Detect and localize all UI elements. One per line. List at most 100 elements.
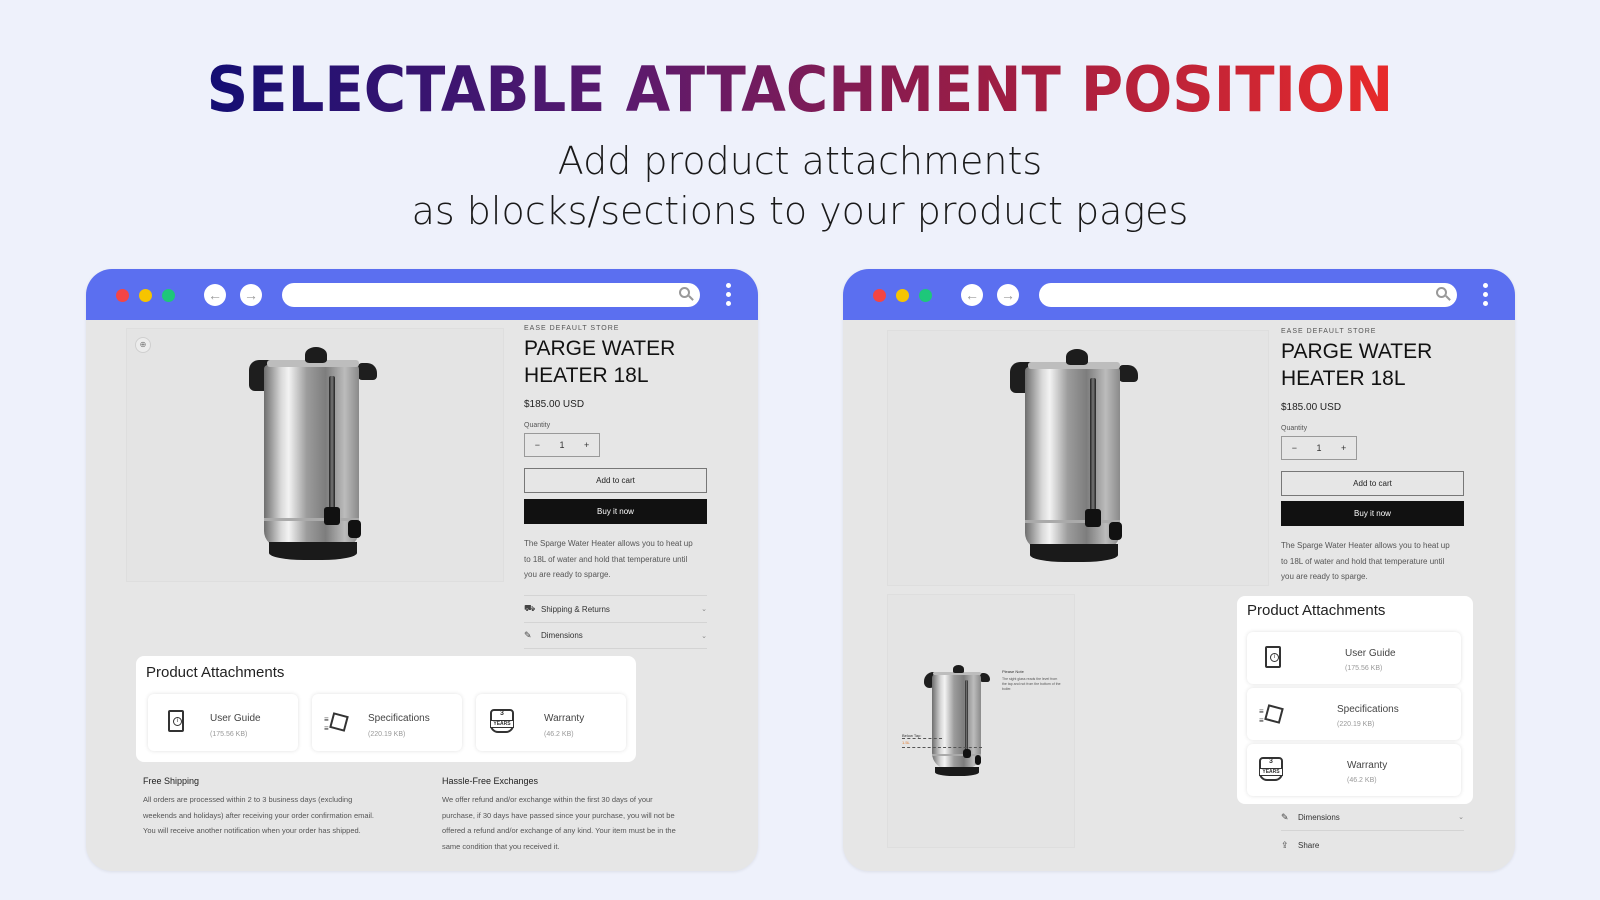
product-title: PARGE WATER HEATER 18L [524, 337, 676, 387]
close-dot-icon[interactable] [873, 289, 886, 302]
water-heater-image [1006, 349, 1142, 571]
buy-now-button[interactable]: Buy it now [1281, 501, 1464, 526]
attachment-name: User Guide [1345, 648, 1396, 659]
maximize-dot-icon[interactable] [162, 289, 175, 302]
attachment-size: (175.56 KB) [1345, 665, 1383, 672]
product-image[interactable] [887, 330, 1269, 586]
policy-title-shipping: Free Shipping [143, 776, 200, 786]
attachment-specifications[interactable]: Specifications (220.19 KB) [312, 694, 462, 751]
specifications-icon [1259, 701, 1285, 725]
increase-quantity-button[interactable]: + [584, 440, 589, 450]
attachment-user-guide[interactable]: User Guide (175.56 KB) [1247, 632, 1461, 684]
back-button[interactable]: ← [961, 284, 983, 306]
headline: SELECTABLE ATTACHMENT POSITION [0, 52, 1600, 128]
search-icon[interactable] [1436, 287, 1447, 298]
decrease-quantity-button[interactable]: − [1292, 443, 1297, 453]
buy-now-button[interactable]: Buy it now [524, 499, 707, 524]
product-description: The Sparge Water Heater allows you to he… [524, 539, 693, 579]
water-heater-image [245, 347, 381, 569]
product-price: $185.00 USD [1281, 402, 1342, 413]
policy-text-shipping: All orders are processed within 2 to 3 b… [143, 795, 374, 835]
product-attachments-block: Product Attachments User Guide (175.56 K… [136, 656, 636, 762]
attachment-size: (220.19 KB) [368, 731, 406, 738]
share-label: Share [1298, 841, 1320, 850]
product-title: PARGE WATER HEATER 18L [1281, 340, 1433, 390]
chevron-down-icon: ⌄ [1458, 814, 1464, 821]
attachment-name: Specifications [1337, 704, 1399, 715]
accordion-dimensions[interactable]: ✎ Dimensions ⌄ [1281, 804, 1464, 831]
forward-button[interactable]: → [240, 284, 262, 306]
quantity-input[interactable]: 1 [559, 440, 564, 450]
product-image[interactable]: ⊕ [126, 328, 504, 582]
accordion-dimensions[interactable]: ✎ Dimensions ⌄ [524, 622, 707, 649]
close-dot-icon[interactable] [116, 289, 129, 302]
attachment-name: Specifications [368, 713, 430, 724]
chevron-down-icon: ⌄ [701, 632, 707, 640]
policy-title-exchanges: Hassle-Free Exchanges [442, 776, 539, 786]
attachment-name: User Guide [210, 713, 261, 724]
note-title: Please Note [1002, 669, 1024, 674]
attachment-size: (175.56 KB) [210, 731, 248, 738]
increase-quantity-button[interactable]: + [1341, 443, 1346, 453]
product-description: The Sparge Water Heater allows you to he… [1281, 541, 1450, 581]
address-bar[interactable] [1039, 283, 1457, 307]
quantity-stepper[interactable]: − 1 + [524, 433, 600, 457]
address-bar[interactable] [282, 283, 700, 307]
share-button[interactable]: ⇪ Share [1281, 832, 1464, 859]
water-heater-image [922, 665, 992, 781]
chevron-down-icon: ⌄ [701, 606, 707, 613]
attachment-name: Warranty [544, 713, 585, 724]
quantity-label: Quantity [524, 422, 551, 429]
zoom-in-icon[interactable]: ⊕ [135, 337, 151, 353]
product-price: $185.00 USD [524, 399, 585, 410]
attachments-heading: Product Attachments [1247, 602, 1386, 619]
accordion-shipping-returns[interactable]: ⛟ Shipping & Returns ⌄ [524, 595, 707, 622]
product-image-secondary[interactable]: Please Note The sight glass reads the le… [887, 594, 1075, 848]
quantity-label: Quantity [1281, 425, 1308, 432]
browser-window-right: ← → Please Note The sight glass reads th… [843, 269, 1515, 871]
forward-button[interactable]: → [997, 284, 1019, 306]
maximize-dot-icon[interactable] [919, 289, 932, 302]
note-text: The sight glass reads the level from the… [1002, 677, 1061, 691]
subtitle: Add product attachments as blocks/sectio… [0, 136, 1600, 236]
add-to-cart-button[interactable]: Add to cart [524, 468, 707, 493]
product-page: ⊕ EASE DEFAULT STORE PARGE WATER HEATER 1… [86, 320, 758, 871]
user-guide-icon [168, 710, 184, 732]
user-guide-icon [1265, 646, 1281, 668]
attachment-name: Warranty [1347, 760, 1388, 771]
share-icon: ⇪ [1281, 840, 1289, 850]
vendor-name: EASE DEFAULT STORE [524, 325, 620, 332]
more-menu-icon[interactable] [1483, 283, 1489, 307]
page-title: SELECTABLE ATTACHMENT POSITION [206, 53, 1394, 126]
attachment-user-guide[interactable]: User Guide (175.56 KB) [148, 694, 298, 751]
policy-text-exchanges: We offer refund and/or exchange within t… [442, 795, 676, 851]
warranty-badge-icon: YEARS [1259, 757, 1283, 781]
vendor-name: EASE DEFAULT STORE [1281, 328, 1377, 335]
accordion-label: Dimensions [1298, 812, 1340, 822]
product-attachments-block: Product Attachments User Guide (175.56 K… [1237, 596, 1473, 804]
browser-toolbar: ← → [843, 269, 1515, 320]
ruler-icon: ✎ [1281, 811, 1289, 822]
ruler-icon: ✎ [524, 630, 532, 640]
attachment-size: (46.2 KB) [544, 731, 574, 738]
browser-window-left: ← → ⊕ EASE DEFAULT STORE PARGE WATER HEAT… [86, 269, 758, 871]
minimize-dot-icon[interactable] [139, 289, 152, 302]
minimize-dot-icon[interactable] [896, 289, 909, 302]
below-tap-value: 1.5L [902, 740, 910, 745]
search-icon[interactable] [679, 287, 690, 298]
quantity-input[interactable]: 1 [1316, 443, 1321, 453]
attachment-specifications[interactable]: Specifications (220.19 KB) [1247, 688, 1461, 740]
add-to-cart-button[interactable]: Add to cart [1281, 471, 1464, 496]
attachments-heading: Product Attachments [146, 664, 285, 681]
attachment-warranty[interactable]: YEARS Warranty (46.2 KB) [476, 694, 626, 751]
attachment-warranty[interactable]: YEARS Warranty (46.2 KB) [1247, 744, 1461, 796]
specifications-icon [324, 709, 350, 733]
accordion-label: Dimensions [541, 631, 583, 640]
attachment-size: (220.19 KB) [1337, 721, 1375, 728]
quantity-stepper[interactable]: − 1 + [1281, 436, 1357, 460]
more-menu-icon[interactable] [726, 283, 732, 307]
back-button[interactable]: ← [204, 284, 226, 306]
warranty-badge-icon: YEARS [490, 709, 514, 733]
decrease-quantity-button[interactable]: − [535, 440, 540, 450]
product-page: Please Note The sight glass reads the le… [843, 320, 1515, 871]
